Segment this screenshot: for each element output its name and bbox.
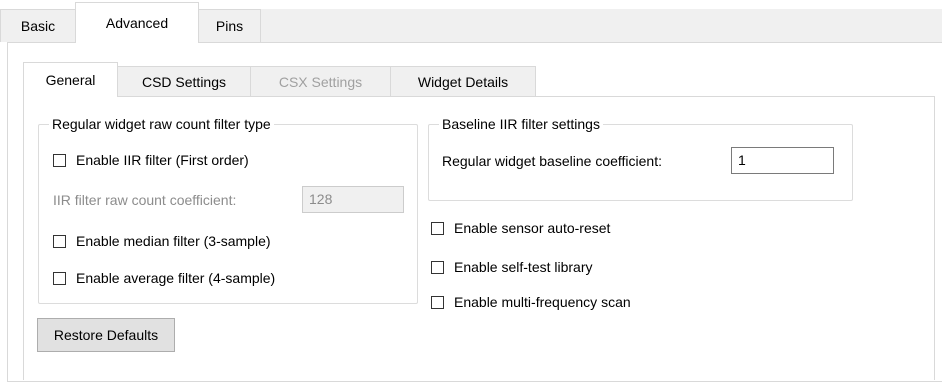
restore-defaults-button[interactable]: Restore Defaults (37, 318, 175, 352)
self-test-row[interactable]: Enable self-test library (431, 257, 593, 277)
multi-frequency-checkbox[interactable] (431, 295, 444, 309)
self-test-checkbox[interactable] (431, 260, 444, 274)
baseline-coefficient-label: Regular widget baseline coefficient: (442, 153, 662, 169)
enable-median-label: Enable median filter (3-sample) (76, 233, 271, 249)
self-test-label: Enable self-test library (454, 259, 593, 275)
tab-basic[interactable]: Basic (0, 9, 76, 42)
tab-csx-settings-label: CSX Settings (278, 73, 363, 90)
baseline-coefficient-field[interactable]: 1 (731, 147, 834, 174)
tab-widget-details-label: Widget Details (417, 73, 509, 90)
iir-coefficient-row: IIR filter raw count coefficient: (53, 190, 236, 210)
tab-general-label: General (45, 72, 96, 88)
enable-iir-label: Enable IIR filter (First order) (76, 152, 249, 168)
tab-pins[interactable]: Pins (198, 9, 261, 42)
multi-frequency-label: Enable multi-frequency scan (454, 294, 631, 310)
enable-average-checkbox[interactable] (53, 271, 66, 285)
tab-csd-settings-label: CSD Settings (141, 73, 227, 90)
enable-median-checkbox-row[interactable]: Enable median filter (3-sample) (53, 231, 271, 251)
enable-iir-checkbox[interactable] (53, 153, 66, 167)
iir-coefficient-field[interactable]: 128 (302, 186, 404, 213)
enable-average-label: Enable average filter (4-sample) (76, 270, 276, 286)
tab-advanced-label: Advanced (105, 15, 169, 31)
sensor-auto-reset-label: Enable sensor auto-reset (454, 220, 611, 236)
tab-csx-settings[interactable]: CSX Settings (250, 66, 391, 96)
multi-frequency-row[interactable]: Enable multi-frequency scan (431, 292, 631, 312)
tab-basic-label: Basic (20, 18, 56, 34)
sensor-auto-reset-checkbox[interactable] (431, 221, 444, 235)
sensor-auto-reset-row[interactable]: Enable sensor auto-reset (431, 218, 610, 238)
tab-pins-label: Pins (215, 18, 244, 34)
enable-iir-checkbox-row[interactable]: Enable IIR filter (First order) (53, 150, 249, 170)
baseline-coefficient-row: Regular widget baseline coefficient: (442, 151, 662, 171)
enable-median-checkbox[interactable] (53, 234, 66, 248)
iir-coefficient-label: IIR filter raw count coefficient: (53, 192, 237, 208)
restore-defaults-label: Restore Defaults (53, 327, 159, 343)
enable-average-checkbox-row[interactable]: Enable average filter (4-sample) (53, 268, 275, 288)
tab-csd-settings[interactable]: CSD Settings (117, 66, 251, 96)
tab-general[interactable]: General (23, 62, 118, 97)
raw-filter-group-title: Regular widget raw count filter type (49, 115, 274, 133)
tab-advanced[interactable]: Advanced (75, 2, 199, 43)
baseline-filter-group-title: Baseline IIR filter settings (439, 115, 603, 133)
tab-widget-details[interactable]: Widget Details (390, 66, 536, 96)
